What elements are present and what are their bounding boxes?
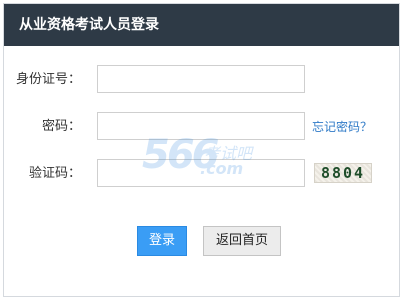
captcha-image[interactable]: 8804	[314, 163, 372, 183]
password-input[interactable]	[97, 112, 305, 140]
forgot-password-link[interactable]: 忘记密码？	[312, 112, 372, 142]
captcha-input[interactable]	[97, 159, 305, 187]
panel-title: 从业资格考试人员登录	[19, 17, 159, 33]
panel-header: 从业资格考试人员登录	[4, 4, 399, 46]
captcha-row: 验证码： 8804	[4, 159, 399, 189]
back-home-button[interactable]: 返回首页	[203, 226, 281, 256]
captcha-label: 验证码：	[28, 166, 81, 181]
password-row: 密码： 忘记密码？	[4, 112, 399, 142]
id-number-row: 身份证号：	[4, 65, 399, 95]
id-number-input[interactable]	[97, 65, 305, 93]
login-panel: 从业资格考试人员登录 身份证号： 密码： 忘记密码？ 验证码： 8804 566…	[3, 3, 400, 297]
id-number-label: 身份证号：	[15, 72, 81, 87]
login-button[interactable]: 登录	[137, 226, 187, 256]
password-label: 密码：	[41, 119, 81, 134]
